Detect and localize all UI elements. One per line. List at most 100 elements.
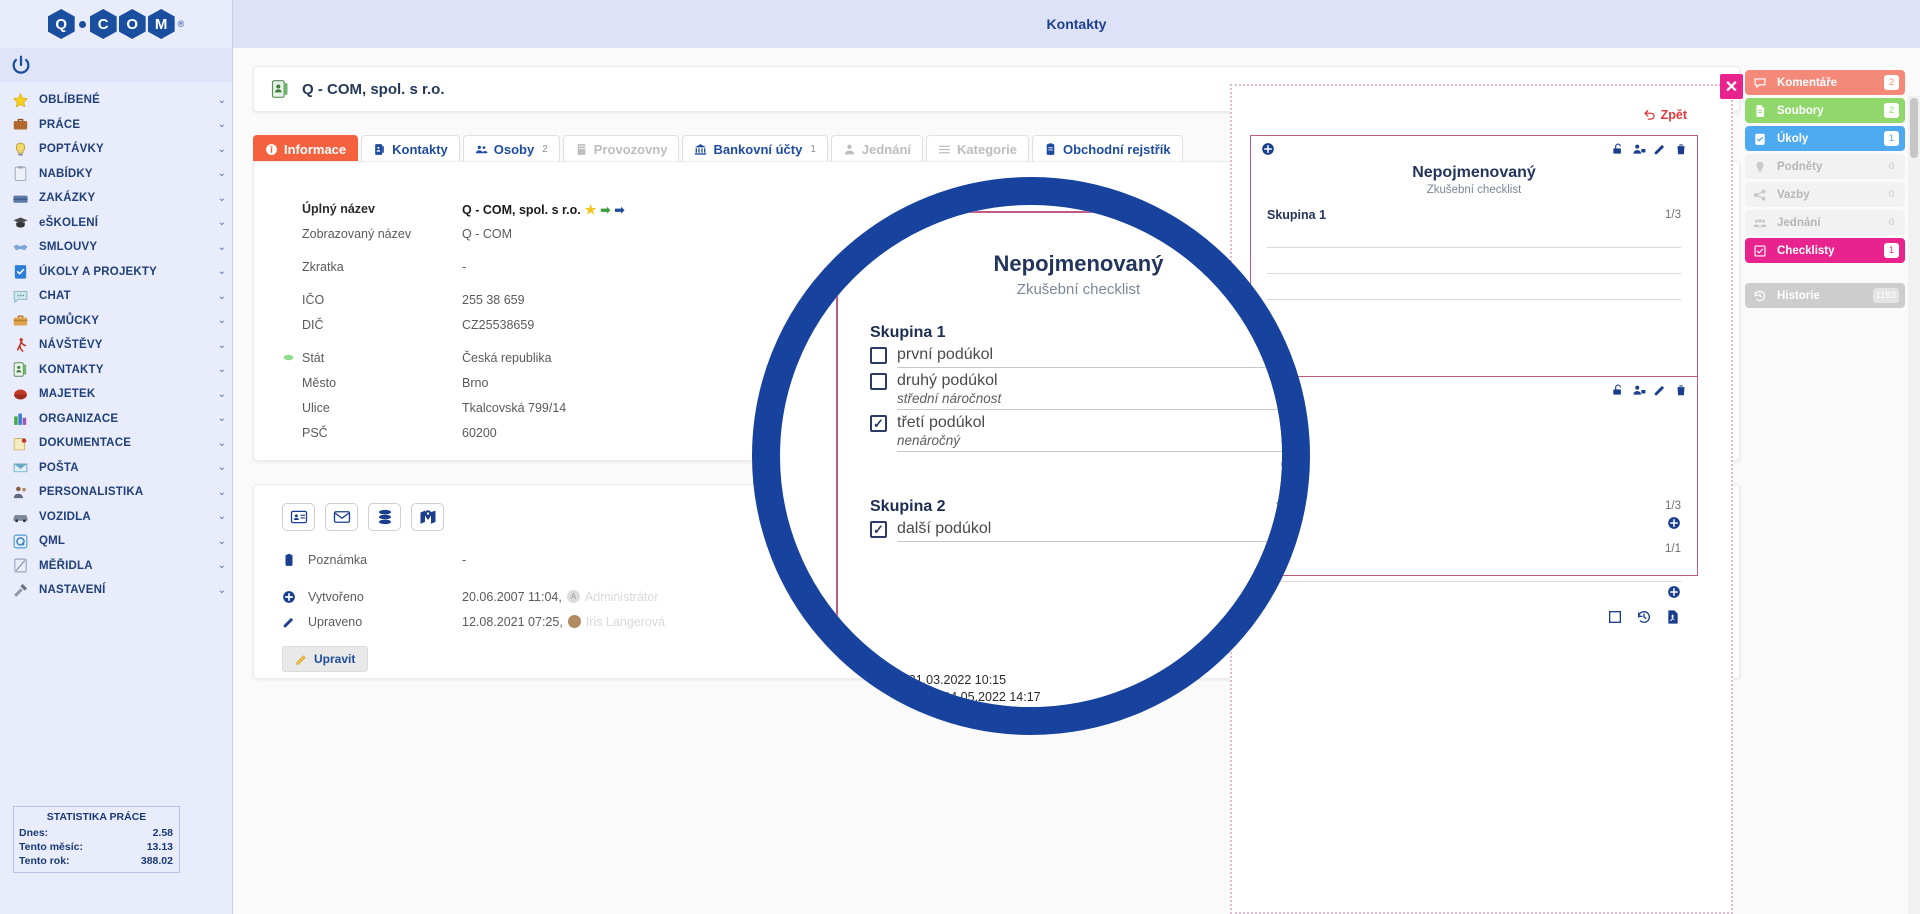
comment-icon [1753, 76, 1770, 90]
chevron-down-icon[interactable]: ⌄ [218, 217, 226, 228]
sidebar-item-personalistika[interactable]: PERSONALISTIKA ⌄ [0, 480, 232, 505]
close-icon[interactable]: ✕ [1720, 74, 1743, 99]
right-panel-item-vazby[interactable]: Vazby 0 [1745, 182, 1905, 207]
back-button[interactable]: Zpět [1643, 108, 1687, 122]
sidebar-item-pom-cky[interactable]: POMŮCKY ⌄ [0, 309, 232, 334]
chevron-down-icon[interactable]: ⌄ [218, 389, 226, 400]
chevron-down-icon[interactable]: ⌄ [218, 95, 226, 106]
chevron-down-icon[interactable]: ⌄ [218, 119, 226, 130]
sidebar-item-label: NABÍDKY [39, 167, 93, 180]
right-panel-item-checklisty[interactable]: Checklisty 1 [1745, 238, 1905, 263]
trash-icon[interactable] [1674, 142, 1688, 156]
right-panel-item-soubory[interactable]: Soubory 2 [1745, 98, 1905, 123]
map-button[interactable] [411, 503, 444, 531]
share-user-icon[interactable] [1632, 383, 1646, 397]
share-user-icon[interactable] [1231, 225, 1249, 243]
right-panel-item-jedn-n-[interactable]: Jednání 0 [1745, 210, 1905, 235]
chevron-down-icon[interactable]: ⌄ [218, 487, 226, 498]
unlock-icon[interactable] [1611, 383, 1625, 397]
sidebar-item-pr-ce[interactable]: PRÁCE ⌄ [0, 113, 232, 138]
right-panel-item-historie[interactable]: Historie 1183 [1745, 283, 1905, 308]
magnified-add-item-button[interactable] [870, 457, 1282, 472]
sidebar-item-dokumentace[interactable]: DOKUMENTACE ⌄ [0, 431, 232, 456]
magnified-add-item-button[interactable] [870, 547, 1282, 562]
checklist-item-checkbox[interactable] [870, 346, 887, 364]
pencil-icon[interactable] [1653, 142, 1667, 156]
checklist-item-checkbox[interactable]: ✓ [870, 520, 887, 538]
checkbox-icon[interactable] [1607, 609, 1623, 625]
database-button[interactable] [368, 503, 401, 531]
sidebar-item-popt-vky[interactable]: POPTÁVKY ⌄ [0, 137, 232, 162]
sidebar-item-organizace[interactable]: ORGANIZACE ⌄ [0, 407, 232, 432]
tab-provozovny[interactable]: Provozovny [562, 135, 680, 162]
tab-kategorie[interactable]: Kategorie [926, 135, 1029, 162]
share-user-icon[interactable] [1632, 142, 1646, 156]
edit-button[interactable]: Upravit [282, 646, 369, 672]
sidebar-item-obl-ben[interactable]: OBLÍBENÉ ⌄ [0, 88, 232, 113]
vertical-scrollbar[interactable] [1908, 96, 1920, 914]
chevron-down-icon[interactable]: ⌄ [218, 462, 226, 473]
arrow-blue-icon[interactable]: ➡ [614, 203, 624, 217]
tab-count: 1 [810, 143, 816, 155]
tab-osoby[interactable]: Osoby 2 [462, 135, 560, 162]
sidebar-item-chat[interactable]: CHAT ⌄ [0, 284, 232, 309]
pdf-icon[interactable] [1665, 609, 1681, 625]
chevron-down-icon[interactable]: ⌄ [218, 315, 226, 326]
app-logo[interactable]: Q C O M ® [0, 0, 232, 48]
favorite-star-icon[interactable]: ★ [585, 202, 597, 218]
tab-bankovn-ty[interactable]: Bankovní účty 1 [682, 135, 828, 162]
sidebar-item-po-ta[interactable]: POŠTA ⌄ [0, 456, 232, 481]
add-item-row-2[interactable] [1267, 585, 1681, 599]
right-panel-item-koment-e[interactable]: Komentáře 2 [1745, 70, 1905, 95]
scrollbar-thumb[interactable] [1910, 98, 1918, 158]
chevron-down-icon[interactable]: ⌄ [218, 560, 226, 571]
sidebar-item-zak-zky[interactable]: ZAKÁZKY ⌄ [0, 186, 232, 211]
tab-obchodn-rejst-k[interactable]: Obchodní rejstřík [1032, 135, 1183, 162]
power-button[interactable] [0, 48, 232, 82]
pencil-icon[interactable] [1653, 383, 1667, 397]
arrow-right-icon[interactable]: ➡ [600, 203, 610, 217]
trash-icon[interactable] [1674, 383, 1688, 397]
chevron-down-icon[interactable]: ⌄ [218, 144, 226, 155]
sidebar-item-m-idla[interactable]: MĚŘIDLA ⌄ [0, 554, 232, 579]
sidebar-item-n-v-t-vy[interactable]: NÁVŠTĚVY ⌄ [0, 333, 232, 358]
chevron-down-icon[interactable]: ⌄ [218, 364, 226, 375]
chevron-down-icon[interactable]: ⌄ [218, 168, 226, 179]
checklist-item-checkbox[interactable]: ✓ [870, 414, 887, 432]
sidebar-item-qml[interactable]: QML ⌄ [0, 529, 232, 554]
chevron-down-icon[interactable]: ⌄ [218, 340, 226, 351]
meta-label: Poznámka [308, 552, 368, 567]
add-group-button[interactable] [1261, 142, 1275, 161]
unlock-icon[interactable] [1203, 225, 1221, 243]
chevron-down-icon[interactable]: ⌄ [218, 413, 226, 424]
right-panel-item-podn-ty[interactable]: Podněty 0 [1745, 154, 1905, 179]
sidebar-item-majetek[interactable]: MAJETEK ⌄ [0, 382, 232, 407]
field-label: Zobrazovaný název [302, 227, 412, 241]
tab-jedn-n[interactable]: Jednání [830, 135, 924, 162]
sidebar-item-nastaven[interactable]: NASTAVENÍ ⌄ [0, 578, 232, 603]
tab-informace[interactable]: Informace [253, 135, 359, 162]
chevron-down-icon[interactable]: ⌄ [218, 585, 226, 596]
sidebar-item-vozidla[interactable]: VOZIDLA ⌄ [0, 505, 232, 530]
right-panel-item--koly[interactable]: Úkoly 1 [1745, 126, 1905, 151]
chevron-down-icon[interactable]: ⌄ [218, 536, 226, 547]
sidebar-item-e-kolen[interactable]: eŠKOLENÍ ⌄ [0, 211, 232, 236]
checklist-item-checkbox[interactable] [870, 372, 887, 390]
unlock-icon[interactable] [1611, 142, 1625, 156]
chevron-down-icon[interactable]: ⌄ [218, 242, 226, 253]
chevron-down-icon[interactable]: ⌄ [218, 438, 226, 449]
tab-kontakty[interactable]: Kontakty [361, 135, 460, 162]
sidebar-item-nab-dky[interactable]: NABÍDKY ⌄ [0, 162, 232, 187]
chevron-down-icon[interactable]: ⌄ [218, 511, 226, 522]
history-icon[interactable] [1636, 609, 1652, 625]
add-item-row[interactable] [1267, 516, 1681, 530]
sidebar-item-smlouvy[interactable]: SMLOUVY ⌄ [0, 235, 232, 260]
pencil-icon[interactable] [1259, 225, 1277, 243]
vcard-button[interactable] [282, 503, 315, 531]
sidebar-item-koly-a-projekty[interactable]: ÚKOLY A PROJEKTY ⌄ [0, 260, 232, 285]
sidebar-item-kontakty[interactable]: KONTAKTY ⌄ [0, 358, 232, 383]
chevron-down-icon[interactable]: ⌄ [218, 193, 226, 204]
chevron-down-icon[interactable]: ⌄ [218, 291, 226, 302]
email-button[interactable] [325, 503, 358, 531]
chevron-down-icon[interactable]: ⌄ [218, 266, 226, 277]
